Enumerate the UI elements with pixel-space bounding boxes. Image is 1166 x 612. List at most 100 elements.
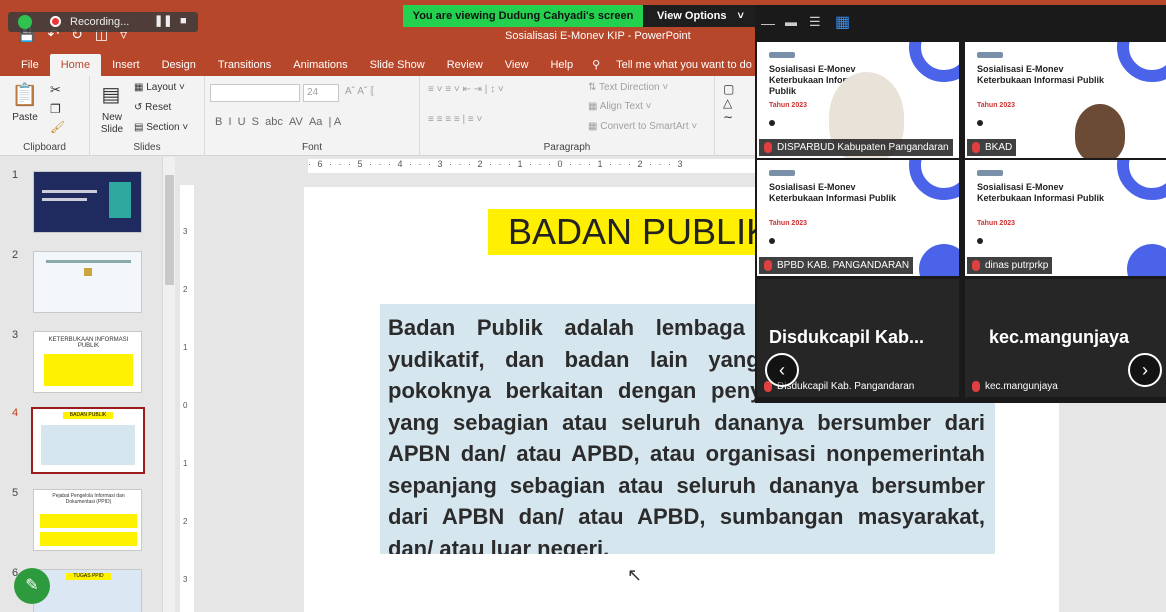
single-view-icon[interactable]: ▬ <box>785 15 797 29</box>
new-slide-icon[interactable]: ▤ <box>96 82 126 107</box>
thumb-title-line <box>42 190 97 193</box>
thumb-body <box>41 425 135 465</box>
convert-smartart-button[interactable]: ▦ Convert to SmartArt ˅ <box>588 121 697 132</box>
slide-number: 1 <box>12 169 19 181</box>
tile-year: Tahun 2023 <box>977 102 1015 109</box>
shapes-icon[interactable]: ▢ △ ∼ <box>723 82 734 124</box>
muted-mic-icon <box>972 260 980 271</box>
tile-year: Tahun 2023 <box>769 220 807 227</box>
participant-tile-2[interactable]: Sosialisasi E-Monev Keterbukaan Informas… <box>965 42 1166 158</box>
participant-name: kec.mangunjaya <box>985 381 1058 392</box>
slide-thumbnail-1[interactable] <box>33 171 142 233</box>
stop-icon[interactable]: ■ <box>180 15 187 27</box>
align-icons[interactable]: ≡ ≡ ≡ ≡ | ≡ ˅ <box>428 114 482 125</box>
lightbulb-icon: ⚲ <box>592 59 601 71</box>
paragraph-label: Paragraph <box>543 142 591 153</box>
format-painter-icon[interactable]: 🖌 <box>50 120 65 134</box>
next-page-button[interactable]: › <box>1128 353 1162 387</box>
ruler-tick: 2 <box>183 285 188 294</box>
thumb5-title: Pejabat Pengelola Informasi dan Dokument… <box>52 493 125 505</box>
slide-thumbnail-5[interactable]: Pejabat Pengelola Informasi dan Dokument… <box>33 489 142 551</box>
slide-thumbnail-3[interactable]: KETERBUKAAN INFORMASI PUBLIK <box>33 331 142 393</box>
view-options-button[interactable]: View Options ˅ <box>643 5 755 27</box>
logo-icon <box>977 170 1003 176</box>
chevron-down-icon: ˅ <box>737 10 744 22</box>
paste-button[interactable]: Paste <box>8 112 42 123</box>
align-text-button[interactable]: ▦ Align Text ˅ <box>588 101 652 112</box>
thumb-highlight <box>44 354 133 386</box>
cut-icon[interactable]: ✂ <box>50 82 61 98</box>
previous-page-button[interactable]: ‹ <box>765 353 799 387</box>
thumbnails-scrollbar[interactable] <box>162 157 175 612</box>
section-label: Section <box>146 122 180 133</box>
participant-big-name: Disdukcapil Kab... <box>769 327 925 347</box>
font-grow-icon[interactable]: Aˆ Aˇ ⟦ <box>345 86 375 97</box>
pause-icon[interactable]: ❚❚ <box>154 14 172 27</box>
tile-year: Tahun 2023 <box>769 102 807 109</box>
reset-button[interactable]: ↺ Reset <box>134 102 171 113</box>
decor-ring <box>909 160 959 200</box>
thumb-graphic <box>109 182 131 218</box>
align-text-label: Align Text <box>599 101 643 112</box>
font-size-select[interactable]: 24 <box>303 84 339 102</box>
thumb-title-line <box>42 198 87 201</box>
participant-tile-1[interactable]: Sosialisasi E-Monev Keterbukaan Informas… <box>757 42 959 158</box>
participant-nameplate: kec.mangunjaya <box>967 378 1062 395</box>
section-button[interactable]: ▤ Section ˅ <box>134 122 188 133</box>
gallery-toolbar: — ▬ ☰ ▦ <box>755 5 1166 41</box>
muted-mic-icon <box>764 142 772 153</box>
clipboard-group: 📋 Paste ✂ ❐ 🖌 Clipboard <box>0 76 90 156</box>
tab-insert[interactable]: Insert <box>101 59 151 76</box>
participant-name: BPBD KAB. PANGANDARAN <box>777 260 910 271</box>
slide-number: 2 <box>12 249 19 261</box>
participant-name: Disdukcapil Kab. Pangandaran <box>777 381 915 392</box>
bullets-icon[interactable]: ≡ ˅ ≡ ˅ ⇤ ⇥ | ↕ ˅ <box>428 84 504 95</box>
tab-home[interactable]: Home <box>49 54 102 76</box>
participant-nameplate: BKAD <box>967 139 1017 156</box>
tab-animations[interactable]: Animations <box>282 59 358 76</box>
tab-slide-show[interactable]: Slide Show <box>359 59 436 76</box>
tab-help[interactable]: Help <box>539 59 584 76</box>
ruler-tick: 2 <box>183 517 188 526</box>
thumb3-title: KETERBUKAAN INFORMASI PUBLIK <box>48 337 129 349</box>
slide-title[interactable]: BADAN PUBLIK <box>488 209 768 255</box>
font-style-buttons[interactable]: B I U S abc AV Aa | A <box>215 116 341 128</box>
document-title: Sosialisasi E-Monev KIP - PowerPoint <box>505 30 691 42</box>
ruler-tick: 0 <box>183 401 188 410</box>
grid-view-icon[interactable]: ▦ <box>835 12 850 32</box>
bullet-dot <box>977 120 983 126</box>
strip-view-icon[interactable]: ☰ <box>809 14 821 30</box>
tell-me-search[interactable]: Tell me what you want to do <box>608 59 760 76</box>
recording-label: Recording... <box>70 16 130 28</box>
slide-number: 5 <box>12 487 19 499</box>
annotate-pen-icon[interactable]: ✎ <box>14 568 50 604</box>
paste-icon[interactable]: 📋 <box>10 82 40 108</box>
view-options-label: View Options <box>657 10 727 22</box>
tab-view[interactable]: View <box>494 59 540 76</box>
participant-tile-4[interactable]: Sosialisasi E-Monev Keterbukaan Informas… <box>965 160 1166 276</box>
thumb-highlight <box>40 514 137 528</box>
tab-transitions[interactable]: Transitions <box>207 59 282 76</box>
decor-circle <box>1127 244 1166 276</box>
ruler-tick: 1 <box>183 459 188 468</box>
bullet-dot <box>769 238 775 244</box>
tab-review[interactable]: Review <box>436 59 494 76</box>
font-family-select[interactable] <box>210 84 300 102</box>
slide-thumbnail-4[interactable]: BADAN PUBLIK <box>31 407 145 474</box>
slide-thumbnail-2[interactable] <box>33 251 142 313</box>
participant-tile-3[interactable]: Sosialisasi E-Monev Keterbukaan Informas… <box>757 160 959 276</box>
scrollbar-thumb[interactable] <box>165 175 174 285</box>
minimize-icon[interactable]: — <box>761 15 775 31</box>
thumb-emblem <box>84 268 92 276</box>
tab-file[interactable]: File <box>10 59 50 76</box>
text-direction-button[interactable]: ⇅ Text Direction ˅ <box>588 82 668 93</box>
copy-icon[interactable]: ❐ <box>50 102 61 116</box>
tab-design[interactable]: Design <box>151 59 207 76</box>
text-direction-label: Text Direction <box>598 82 660 93</box>
new-slide-button[interactable]: New Slide <box>92 112 132 136</box>
tile-title: Sosialisasi E-Monev Keterbukaan Informas… <box>769 182 897 203</box>
decor-ring <box>1117 160 1166 200</box>
screen: 💾 ↶ ↻ ◫ ▿ Sosialisasi E-Monev KIP - Powe… <box>0 0 1166 612</box>
layout-button[interactable]: ▦ Layout ˅ <box>134 82 185 93</box>
participant-nameplate: dinas putrprkp <box>967 257 1053 274</box>
